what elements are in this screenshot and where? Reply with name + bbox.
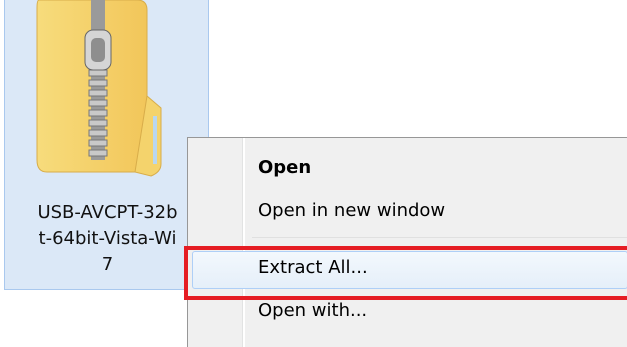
menu-item-open-in-new-window[interactable]: Open in new window	[192, 193, 627, 233]
menu-item-label: Open	[258, 157, 312, 178]
menu-item-open[interactable]: Open	[192, 150, 627, 190]
menu-item-label: Open in new window	[258, 200, 446, 221]
menu-item-label: Open with...	[258, 300, 368, 321]
zip-file-item[interactable]: USB-AVCPT-32b t-64bit-Vista-Wi 7	[4, 0, 209, 290]
menu-separator	[252, 237, 627, 238]
zip-folder-icon	[36, 0, 162, 177]
file-name-label: USB-AVCPT-32b t-64bit-Vista-Wi 7	[37, 202, 178, 275]
context-menu: Open Open in new window Extract All... O…	[187, 137, 627, 347]
highlight-annotation-box	[184, 246, 627, 300]
